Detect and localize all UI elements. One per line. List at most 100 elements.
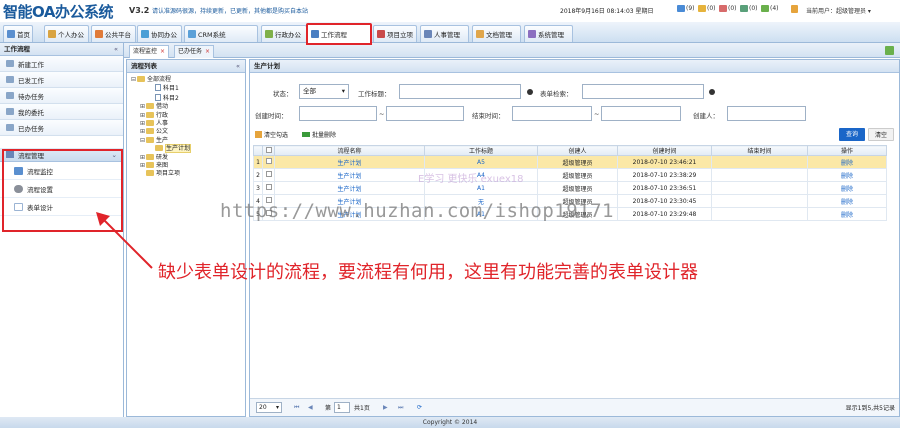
row-checkbox[interactable] xyxy=(262,155,275,169)
refresh-icon[interactable] xyxy=(885,46,894,55)
content-tabstrip: 流程监控 × 已办任务 × xyxy=(124,43,900,58)
last-page-icon[interactable]: ⏭ xyxy=(398,404,403,412)
creator-label: 创建人： xyxy=(693,112,719,120)
mail-counter[interactable]: (9) xyxy=(677,5,695,12)
delete-link[interactable]: 删除 xyxy=(807,194,887,208)
current-user[interactable]: 当前用户：超级管理员 ▾ xyxy=(806,6,871,15)
table-row[interactable]: 2 生产计划 A4 超级管理员 2018-07-10 23:38:29 删除 xyxy=(253,168,887,182)
task-counter[interactable]: (0) xyxy=(719,5,737,12)
row-checkbox[interactable] xyxy=(262,181,275,195)
created-cell: 2018-07-10 23:36:51 xyxy=(617,181,712,195)
table-row[interactable]: 1 生产计划 A5 超级管理员 2018-07-10 23:46:21 删除 xyxy=(253,155,887,169)
tree-node[interactable]: ⊟ 全部流程 xyxy=(129,76,243,84)
close-icon[interactable]: × xyxy=(205,48,210,55)
lock-icon[interactable] xyxy=(791,5,798,13)
nav-tab-workflow[interactable]: 工作流程 xyxy=(306,23,372,45)
message-counter[interactable]: (0) xyxy=(698,5,716,12)
nav-tab-collab[interactable]: 协同办公 xyxy=(137,25,182,42)
delete-link[interactable]: 删除 xyxy=(807,181,887,195)
flow-name-link[interactable]: 生产计划 xyxy=(274,155,425,169)
delete-link[interactable]: 删除 xyxy=(807,168,887,182)
form-search-input[interactable] xyxy=(582,84,704,99)
select-all-checkbox[interactable] xyxy=(262,145,275,156)
tree-node[interactable]: 项目立项 xyxy=(129,170,243,178)
status-select[interactable]: 全部 ▾ xyxy=(299,84,349,99)
nav-tab-admin[interactable]: 行政办公 xyxy=(261,25,307,42)
nav-tab-crm[interactable]: CRM系统 xyxy=(184,25,258,42)
close-icon[interactable]: × xyxy=(160,48,165,55)
nav-tab-system[interactable]: 系统管理 xyxy=(524,25,573,42)
col-ended[interactable]: 结束时间 xyxy=(711,145,808,156)
tree-node-selected[interactable]: 生产计划 xyxy=(129,144,243,154)
batch-delete-button[interactable]: 批量删除 xyxy=(302,130,336,139)
created-cell: 2018-07-10 23:38:29 xyxy=(617,168,712,182)
creator-input[interactable] xyxy=(727,106,806,121)
users-icon xyxy=(677,5,685,12)
menu-delegate[interactable]: 我的委托 xyxy=(0,104,123,120)
col-work-title[interactable]: 工作标题 xyxy=(424,145,538,156)
form-search-label: 表单检索： xyxy=(540,90,573,98)
prev-page-icon[interactable]: ◀ xyxy=(308,404,313,411)
end-to-input[interactable] xyxy=(601,106,681,121)
status-label: 状态： xyxy=(273,90,293,98)
col-creator[interactable]: 创建人 xyxy=(537,145,618,156)
home-icon xyxy=(7,30,15,38)
collapse-tree-button[interactable]: « xyxy=(236,60,240,73)
tree-node[interactable]: 科目2 xyxy=(129,93,243,103)
next-page-icon[interactable]: ▶ xyxy=(383,404,388,411)
col-created[interactable]: 创建时间 xyxy=(617,145,712,156)
content-tab-monitor[interactable]: 流程监控 × xyxy=(129,45,170,58)
reload-icon[interactable]: ⟳ xyxy=(417,404,422,411)
tree-node[interactable]: ⊞ 来图 xyxy=(129,162,243,170)
flow-tree: ⊟ 全部流程 科目1 科目2 ⊞ 借动 ⊞ 行政 ⊞ 人事 ⊞ 公文 ⊟ 生产 生产计划 ⊞ 研发 ⊞ 来图 项目立项 xyxy=(127,73,245,182)
content-tab-done[interactable]: 已办任务 × xyxy=(174,45,215,58)
menu-sent-work[interactable]: 已发工作 xyxy=(0,72,123,88)
search-button[interactable]: 查询 xyxy=(839,128,865,141)
menu-todo[interactable]: 待办任务 xyxy=(0,88,123,104)
tree-node[interactable]: ⊞ 借动 xyxy=(129,103,243,111)
created-cell: 2018-07-10 23:46:21 xyxy=(617,155,712,169)
table-row[interactable]: 3 生产计划 A1 超级管理员 2018-07-10 23:36:51 删除 xyxy=(253,181,887,195)
col-action[interactable]: 操作 xyxy=(807,145,887,156)
nav-tab-hr[interactable]: 人事管理 xyxy=(420,25,469,42)
created-to-input[interactable] xyxy=(386,106,464,121)
page-number-input[interactable]: 1 xyxy=(334,402,350,413)
nav-tab-project[interactable]: 项目立项 xyxy=(373,25,417,42)
nav-tab-personal[interactable]: 个人办公 xyxy=(44,25,89,42)
help-icon[interactable] xyxy=(709,89,715,95)
clear-button[interactable]: 清空 xyxy=(868,128,894,141)
page-size-select[interactable]: 20 ▾ xyxy=(256,402,282,413)
tree-node[interactable]: ⊞ 公文 xyxy=(129,128,243,136)
platform-icon xyxy=(95,30,103,38)
work-title-link[interactable]: A5 xyxy=(424,155,538,169)
title-input[interactable] xyxy=(399,84,521,99)
nav-tab-public[interactable]: 公共平台 xyxy=(91,25,136,42)
alert-counter[interactable]: (4) xyxy=(761,5,779,12)
menu-done[interactable]: 已办任务 xyxy=(0,120,123,136)
notice-counter[interactable]: (0) xyxy=(740,5,758,12)
delete-link[interactable]: 删除 xyxy=(807,207,887,221)
tree-node[interactable]: 科目1 xyxy=(129,84,243,93)
end-label: 结束时间： xyxy=(472,112,505,120)
created-from-input[interactable] xyxy=(299,106,377,121)
tree-node[interactable]: ⊞ 人事 xyxy=(129,120,243,128)
clear-check-button[interactable]: 清空勾选 xyxy=(255,130,288,139)
nav-tab-docs[interactable]: 文档管理 xyxy=(472,25,521,42)
collapse-left-button[interactable]: « xyxy=(114,43,118,56)
help-icon[interactable] xyxy=(527,89,533,95)
flow-name-link[interactable]: 生产计划 xyxy=(274,168,425,182)
row-checkbox[interactable] xyxy=(262,168,275,182)
col-flow-name[interactable]: 流程名称 xyxy=(274,145,425,156)
folder-icon xyxy=(146,103,154,110)
row-number-header xyxy=(253,145,263,156)
nav-tab-home[interactable]: 首页 xyxy=(3,25,33,42)
tree-node-label: 科目2 xyxy=(163,94,179,102)
delete-link[interactable]: 删除 xyxy=(807,155,887,169)
end-from-input[interactable] xyxy=(512,106,592,121)
flow-name-link[interactable]: 生产计划 xyxy=(274,181,425,195)
first-page-icon[interactable]: ⏮ xyxy=(294,404,299,412)
tree-node[interactable]: ⊞ 行政 xyxy=(129,111,243,120)
tree-node[interactable]: ⊞ 研发 xyxy=(129,153,243,162)
menu-new-work[interactable]: 新建工作 xyxy=(0,56,123,72)
tree-node-label: 研发 xyxy=(156,153,169,161)
